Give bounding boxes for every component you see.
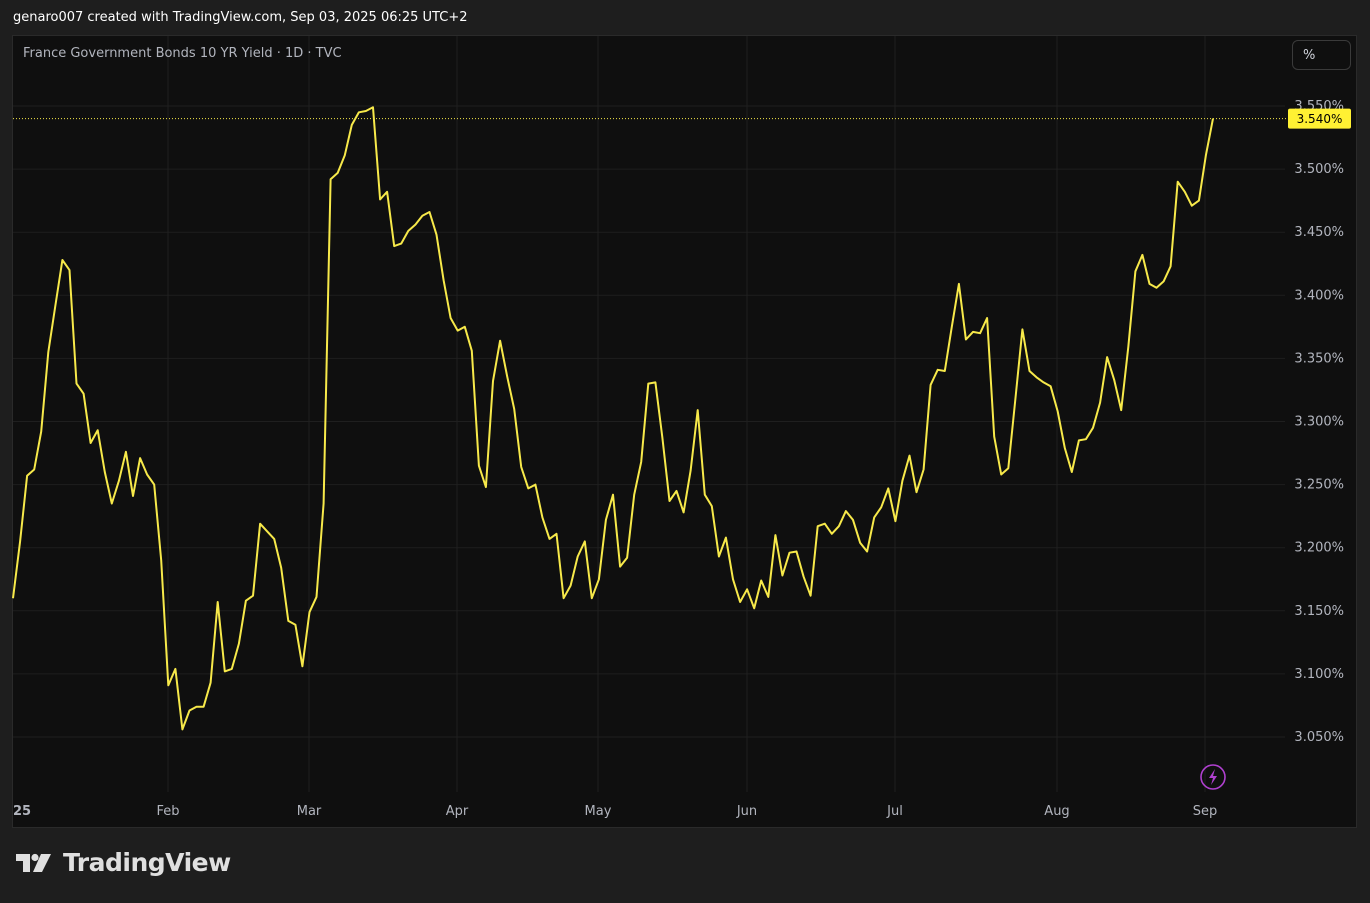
- y-axis: 3.050% 3.100% 3.150% 3.200% 3.250% 3.300% 3.35…: [1294, 99, 1344, 745]
- x-tick-label: Jul: [886, 804, 903, 819]
- x-tick-label: Aug: [1044, 804, 1069, 819]
- y-tick-label: 3.100%: [1294, 667, 1344, 682]
- y-tick-label: 3.450%: [1294, 225, 1344, 240]
- chart-title: France Government Bonds 10 YR Yield · 1D…: [23, 46, 342, 61]
- grid-lines: [13, 36, 1285, 792]
- y-tick-label: 3.250%: [1294, 478, 1344, 493]
- x-axis: 25 Feb Mar Apr May Jun Jul Aug Sep: [13, 804, 1217, 819]
- y-tick-label: 3.150%: [1294, 604, 1344, 619]
- x-tick-label: 25: [13, 804, 31, 819]
- x-tick-label: May: [585, 804, 612, 819]
- last-value-label: 3.540%: [1297, 112, 1343, 126]
- y-tick-label: 3.500%: [1294, 162, 1344, 177]
- chart-svg: 3.050% 3.100% 3.150% 3.200% 3.250% 3.300% 3.35…: [12, 36, 1351, 819]
- x-tick-label: Jun: [736, 804, 757, 819]
- y-tick-label: 3.300%: [1294, 415, 1344, 430]
- series-line-yield: [12, 106, 1214, 731]
- x-tick-label: Apr: [446, 804, 469, 819]
- x-tick-label: Feb: [156, 804, 179, 819]
- brand-logo: TradingView: [15, 848, 231, 877]
- x-tick-label: Sep: [1193, 804, 1218, 819]
- tradingview-logo-icon: [16, 853, 51, 872]
- last-value-label-group: 3.540%: [1288, 108, 1351, 129]
- x-tick-label: Mar: [297, 804, 322, 819]
- y-tick-label: 3.200%: [1294, 541, 1344, 556]
- y-tick-label: 3.050%: [1294, 730, 1344, 745]
- brand-name: TradingView: [63, 848, 231, 877]
- y-tick-label: 3.400%: [1294, 288, 1344, 303]
- percent-scale-label: %: [1303, 47, 1316, 63]
- y-tick-label: 3.350%: [1294, 351, 1344, 366]
- percent-scale-button[interactable]: %: [1292, 40, 1351, 70]
